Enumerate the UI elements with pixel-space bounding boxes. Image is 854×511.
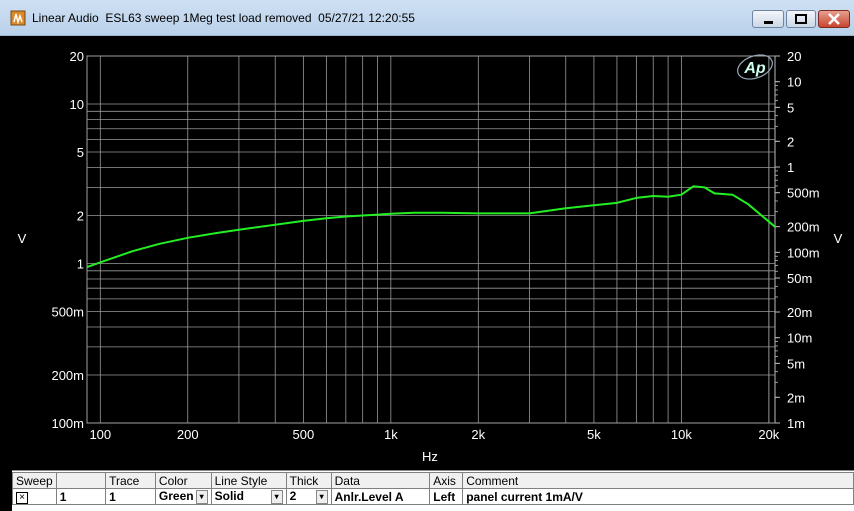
y-tick-label-right: 100m xyxy=(787,245,820,260)
x-tick-label: 200 xyxy=(177,427,199,442)
col-header-color[interactable]: Color xyxy=(154,472,212,489)
col-header-sweep[interactable]: Sweep xyxy=(12,472,57,489)
y-axis-right: 20 10 5 2 1 500m 200m 100m 50m 20m 10m 5m 2m 1m xyxy=(775,49,820,431)
cell-comment[interactable]: panel current 1mA/V xyxy=(462,488,854,505)
x-tick-label: 100 xyxy=(89,427,111,442)
trace-legend-table[interactable]: Sweep Trace Color Line Style Thick Data … xyxy=(12,470,854,511)
y-tick-label-right: 50m xyxy=(787,271,812,286)
col-header-comment[interactable]: Comment xyxy=(462,472,854,489)
color-value: Green xyxy=(158,489,194,504)
line-style-value: Solid xyxy=(214,489,244,504)
window-title: Linear Audio ESL63 sweep 1Meg test load … xyxy=(32,11,415,25)
restore-icon xyxy=(795,14,807,24)
y-tick-label-right: 20m xyxy=(787,305,812,320)
y-tick-label-left: 100m xyxy=(51,416,84,431)
y-tick-label-right: 2m xyxy=(787,390,805,405)
y-tick-label-right: 10m xyxy=(787,331,812,346)
x-tick-label: 5k xyxy=(587,427,601,442)
minimize-button[interactable] xyxy=(752,10,784,28)
y-tick-label-right: 10 xyxy=(787,75,801,90)
x-tick-label: 20k xyxy=(758,427,779,442)
cell-trace[interactable]: 1 xyxy=(105,488,156,505)
col-header-trace[interactable]: Trace xyxy=(105,472,156,489)
x-axis-label: Hz xyxy=(422,449,438,464)
thick-dropdown-icon[interactable]: ▾ xyxy=(315,489,328,504)
line-style-dropdown-icon[interactable]: ▾ xyxy=(270,489,283,504)
y-tick-label-left: 20 xyxy=(70,49,84,64)
table-row: × 1 1 Green ▾ Solid ▾ 2 ▾ Anlr.Level A Left… xyxy=(12,488,854,505)
y-tick-label-left: 2 xyxy=(77,208,84,223)
series-line-green xyxy=(86,185,776,269)
title-bar[interactable]: Linear Audio ESL63 sweep 1Meg test load … xyxy=(0,0,854,36)
trace-enable-checkbox[interactable]: × xyxy=(12,488,57,505)
minimize-icon xyxy=(764,21,773,24)
x-tick-label: 2k xyxy=(471,427,485,442)
y-tick-label-left: 1 xyxy=(77,257,84,272)
x-tick-label: 500 xyxy=(293,427,315,442)
y-tick-label-left: 500m xyxy=(51,305,84,320)
legend-header-row: Sweep Trace Color Line Style Thick Data … xyxy=(12,472,854,489)
plot-area[interactable]: 20 10 5 2 1 500m 200m 100m 20 10 5 2 1 500m 200m 100m 5… xyxy=(12,36,854,468)
y-tick-label-left: 200m xyxy=(51,368,84,383)
grid-lines xyxy=(86,55,776,424)
col-header-line-style[interactable]: Line Style xyxy=(210,472,287,489)
col-header-data[interactable]: Data xyxy=(330,472,431,489)
y-tick-label-right: 500m xyxy=(787,186,820,201)
cell-color[interactable]: Green ▾ xyxy=(154,488,212,505)
x-tick-label: 10k xyxy=(671,427,692,442)
thick-value: 2 xyxy=(289,489,297,504)
color-dropdown-icon[interactable]: ▾ xyxy=(195,489,208,504)
col-header-axis[interactable]: Axis xyxy=(429,472,464,489)
y-tick-label-right: 200m xyxy=(787,220,820,235)
cell-data[interactable]: Anlr.Level A xyxy=(330,488,431,505)
y-axis-label-left: V xyxy=(18,231,27,246)
frequency-response-chart[interactable]: 20 10 5 2 1 500m 200m 100m 20 10 5 2 1 500m 200m 100m 5… xyxy=(12,36,854,468)
y-tick-label-right: 2 xyxy=(787,134,794,149)
y-tick-label-right: 1 xyxy=(787,160,794,175)
col-header-thick[interactable]: Thick xyxy=(285,472,332,489)
maximize-button[interactable] xyxy=(786,10,816,28)
cell-sweep[interactable]: 1 xyxy=(55,488,107,505)
y-tick-label-right: 20 xyxy=(787,49,801,64)
y-tick-label-left: 5 xyxy=(77,145,84,160)
y-tick-label-right: 5m xyxy=(787,356,805,371)
cell-line-style[interactable]: Solid ▾ xyxy=(210,488,287,505)
close-icon xyxy=(828,13,840,25)
y-tick-label-left: 10 xyxy=(70,97,84,112)
app-icon xyxy=(10,10,26,26)
ap-logo-text: Ap xyxy=(743,60,766,77)
cell-thick[interactable]: 2 ▾ xyxy=(285,488,332,505)
close-button[interactable] xyxy=(818,10,850,28)
y-axis-left: 20 10 5 2 1 500m 200m 100m xyxy=(51,49,84,431)
x-axis: 100 200 500 1k 2k 5k 10k 20k xyxy=(89,427,779,442)
checkbox-x-icon[interactable]: × xyxy=(16,492,28,504)
y-axis-label-right: V xyxy=(834,231,843,246)
y-tick-label-right: 5 xyxy=(787,100,794,115)
ap-logo: Ap xyxy=(737,54,773,80)
cell-axis[interactable]: Left xyxy=(429,488,464,505)
y-tick-label-right: 1m xyxy=(787,416,805,431)
col-header-sweep-label[interactable] xyxy=(55,472,107,489)
x-tick-label: 1k xyxy=(384,427,398,442)
